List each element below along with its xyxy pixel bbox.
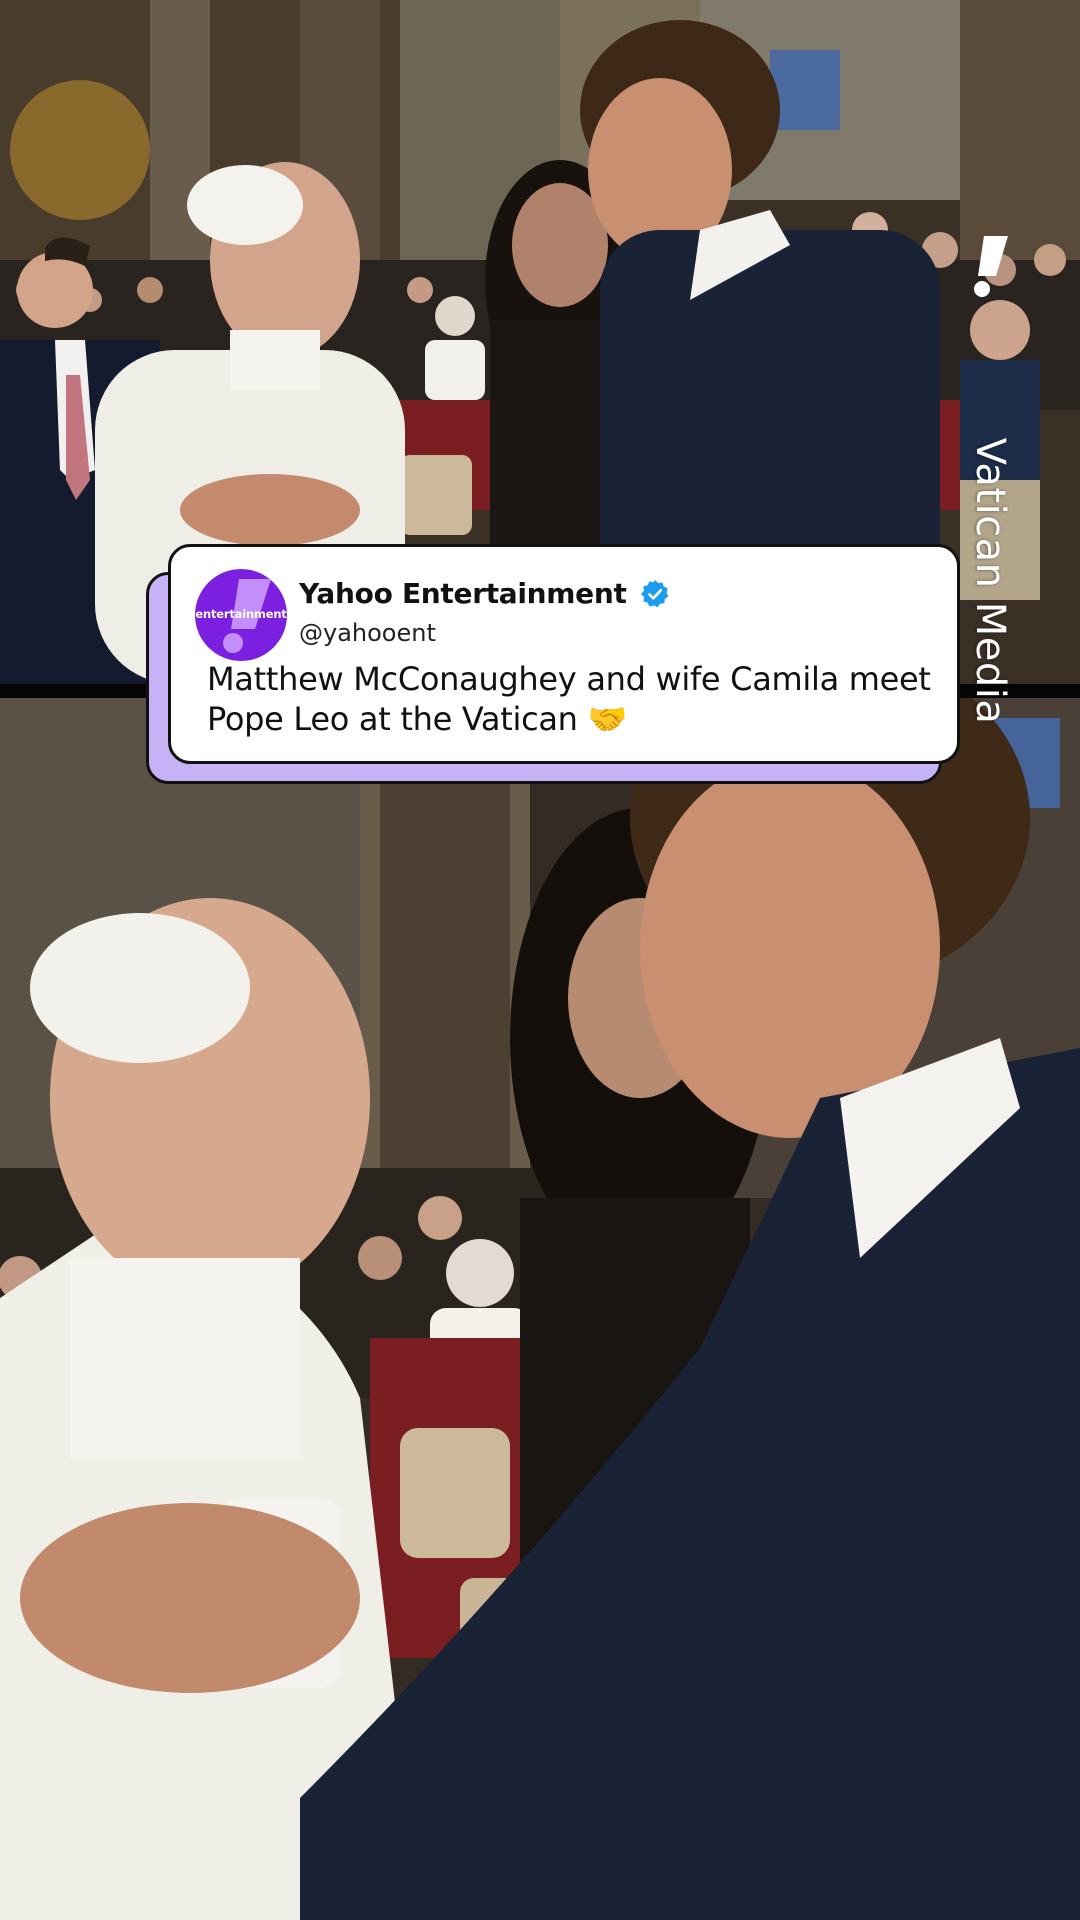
scene-bottom — [0, 698, 1080, 1920]
vatican-media-watermark: Vatican Media — [960, 236, 1020, 724]
avatar[interactable]: entertainment — [195, 569, 287, 661]
video-panel-bottom — [0, 698, 1080, 1920]
yahoo-exclamation-icon — [974, 236, 1008, 297]
video-frame[interactable]: Vatican Media entertainment Yahoo Entert… — [0, 0, 1080, 1920]
author-handle[interactable]: @yahooent — [299, 619, 436, 647]
verified-check-icon — [640, 579, 668, 607]
author-row: Yahoo Entertainment — [299, 577, 671, 610]
post-card[interactable]: entertainment Yahoo Entertainment @yahoo… — [168, 544, 960, 764]
post-text: Matthew McConaughey and wife Camila meet… — [207, 660, 931, 738]
author-name[interactable]: Yahoo Entertainment — [299, 577, 627, 610]
avatar-label: entertainment — [195, 607, 287, 621]
watermark-brand-text: Vatican Media — [967, 437, 1013, 725]
